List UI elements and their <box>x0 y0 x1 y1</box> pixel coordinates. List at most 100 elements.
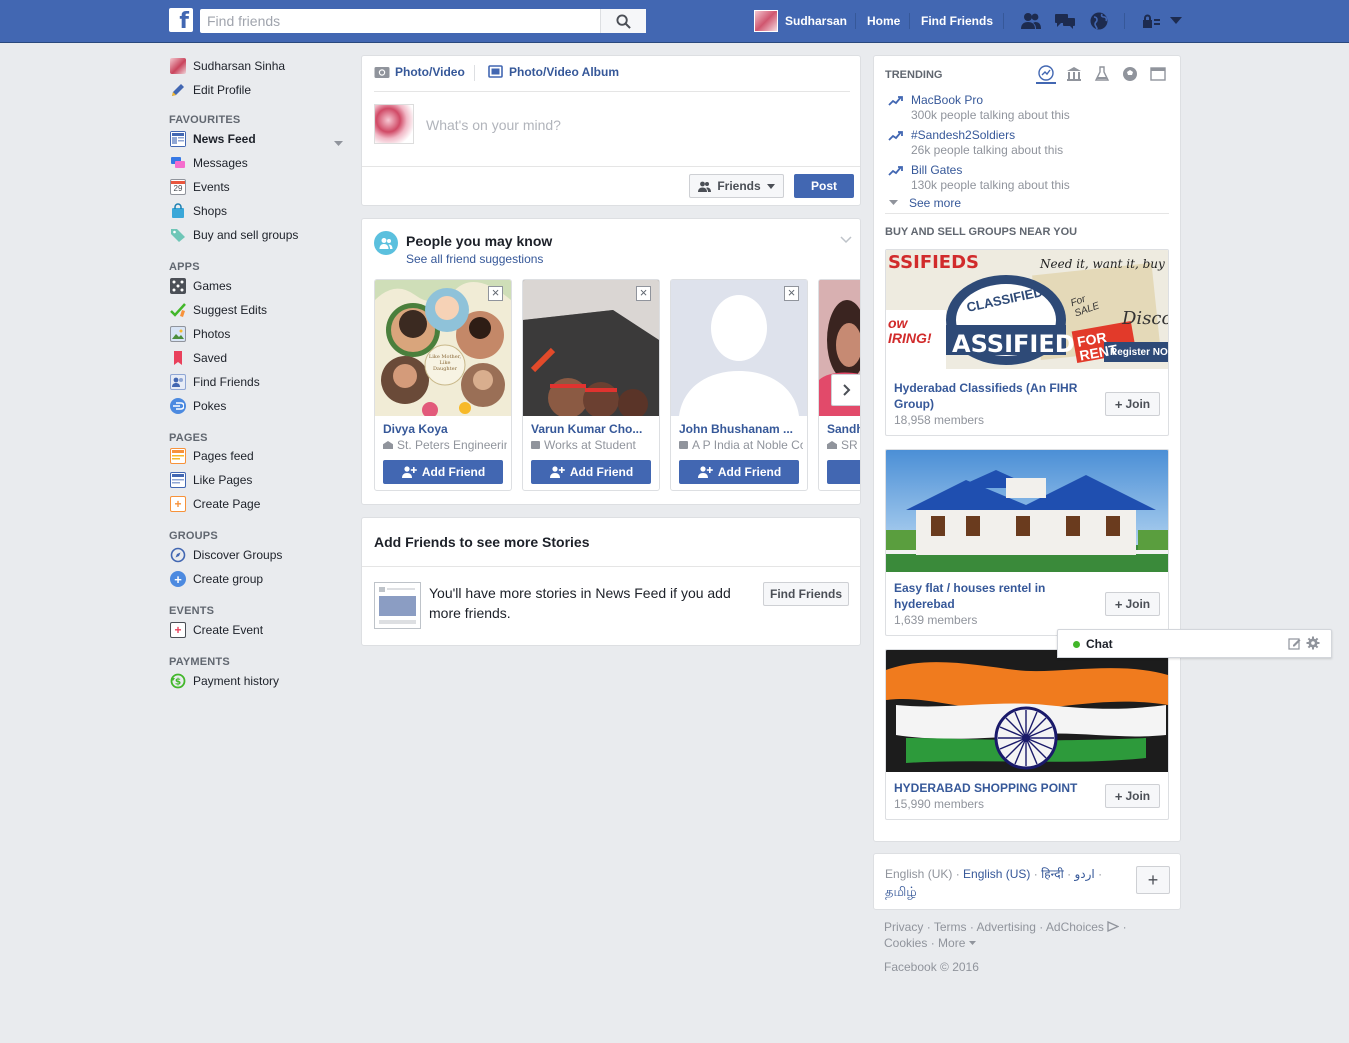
join-group-button[interactable]: + Join <box>1105 784 1160 808</box>
photo-album-tab[interactable]: Photo/Video Album <box>488 65 619 79</box>
sidebar-item-suggest-edits[interactable]: Suggest Edits <box>170 300 267 320</box>
create-event-icon: + <box>170 622 186 638</box>
user-profile-link[interactable]: Sudharsan <box>754 10 847 32</box>
join-group-button[interactable]: + Join <box>1105 392 1160 416</box>
adchoices-icon[interactable] <box>1107 920 1120 933</box>
see-all-suggestions-link[interactable]: See all friend suggestions <box>406 252 543 266</box>
status-input[interactable]: What's on your mind? <box>426 117 561 133</box>
group-name[interactable]: Hyderabad Classifieds (An FIHR Group) <box>894 380 1084 412</box>
friend-requests-icon[interactable] <box>1020 11 1042 31</box>
footer-link-terms[interactable]: Terms <box>934 920 967 934</box>
facebook-logo-icon[interactable]: f <box>169 8 193 32</box>
sports-ball-icon[interactable] <box>1120 64 1140 84</box>
footer-link-advertising[interactable]: Advertising <box>977 920 1036 934</box>
language-list: English (UK) · English (US) · हिन्दी · ا… <box>885 866 1115 901</box>
sidebar-item-games[interactable]: Games <box>170 276 232 296</box>
trending-title[interactable]: MacBook Pro <box>911 93 1070 107</box>
chevron-down-icon[interactable] <box>840 233 852 247</box>
group-name[interactable]: HYDERABAD SHOPPING POINT <box>894 780 1094 796</box>
sidebar-item-shops[interactable]: Shops <box>170 201 227 221</box>
close-icon[interactable]: × <box>488 286 503 301</box>
trending-subtitle: 26k people talking about this <box>911 143 1064 157</box>
suggested-person-name[interactable]: Divya Koya <box>383 422 505 436</box>
trending-title[interactable]: Bill Gates <box>911 163 1070 177</box>
close-icon[interactable]: × <box>636 286 651 301</box>
language-option[interactable]: தமிழ் <box>885 884 917 899</box>
footer-link-privacy[interactable]: Privacy <box>884 920 923 934</box>
suggested-person-name[interactable]: Varun Kumar Cho... <box>531 422 653 436</box>
language-selector-card: English (UK) · English (US) · हिन्दी · ا… <box>873 853 1181 910</box>
add-friend-button[interactable]: Add Friend <box>531 460 651 484</box>
privacy-lock-icon[interactable] <box>1140 11 1162 31</box>
trending-top-icon[interactable] <box>1036 64 1056 84</box>
trending-item[interactable]: MacBook Pro 300k people talking about th… <box>888 93 1070 122</box>
entertainment-film-icon[interactable] <box>1148 64 1168 84</box>
sidebar-item-photos[interactable]: Photos <box>170 324 230 344</box>
gear-icon[interactable] <box>1306 636 1320 653</box>
sidebar-item-label: Pokes <box>193 399 227 413</box>
sidebar-item-events[interactable]: 29 Events <box>170 177 230 197</box>
group-cover-photo[interactable] <box>886 450 1168 572</box>
trending-item[interactable]: Bill Gates 130k people talking about thi… <box>888 163 1070 192</box>
messages-icon[interactable] <box>1054 11 1076 31</box>
trending-item[interactable]: #Sandesh2Soldiers 26k people talking abo… <box>888 128 1063 157</box>
group-suggestion-card: HYDERABAD SHOPPING POINT 15,990 members … <box>885 649 1169 820</box>
sidebar-item-pages-feed[interactable]: Pages feed <box>170 446 254 466</box>
add-friend-button[interactable]: Add Friend <box>679 460 799 484</box>
politics-building-icon[interactable] <box>1064 64 1084 84</box>
compose-icon[interactable] <box>1288 637 1301 653</box>
sidebar-item-discover-groups[interactable]: Discover Groups <box>170 545 282 565</box>
close-icon[interactable]: × <box>784 286 799 301</box>
photo-video-tab[interactable]: Photo/Video <box>374 65 465 79</box>
sidebar-item-create-group[interactable]: + Create group <box>170 569 263 589</box>
sidebar-item-find-friends[interactable]: Find Friends <box>170 372 260 392</box>
post-button[interactable]: Post <box>794 174 854 198</box>
sidebar-item-edit-profile[interactable]: Edit Profile <box>170 80 251 100</box>
language-option[interactable]: हिन्दी <box>1041 867 1064 881</box>
search-input[interactable] <box>200 9 600 33</box>
notifications-globe-icon[interactable] <box>1088 11 1110 31</box>
suggested-person-name[interactable]: John Bhushanam ... <box>679 422 801 436</box>
suggested-person-name[interactable]: Sandh <box>827 422 860 436</box>
account-menu-icon[interactable] <box>1165 11 1187 31</box>
audience-selector-button[interactable]: Friends <box>689 174 784 198</box>
find-friends-button[interactable]: Find Friends <box>763 582 849 606</box>
group-cover-photo[interactable]: SSIFIEDS Need it, want it, buy it, CLASS… <box>886 250 1168 369</box>
sidebar-item-payment-history[interactable]: $ Payment history <box>170 671 279 691</box>
add-friend-button[interactable] <box>827 460 860 484</box>
footer-link-cookies[interactable]: Cookies <box>884 936 927 950</box>
sidebar-item-buy-sell-groups[interactable]: Buy and sell groups <box>170 225 298 245</box>
sidebar-item-create-event[interactable]: + Create Event <box>170 620 263 640</box>
sidebar-item-messages[interactable]: Messages <box>170 153 248 173</box>
footer-link-more[interactable]: More <box>938 936 965 950</box>
search-button[interactable] <box>600 9 646 33</box>
sidebar-profile-link[interactable]: Sudharsan Sinha <box>170 56 285 76</box>
find-friends-icon <box>170 374 186 390</box>
sidebar-item-create-page[interactable]: + Create Page <box>170 494 260 514</box>
sidebar-item-like-pages[interactable]: Like Pages <box>170 470 252 490</box>
more-languages-button[interactable]: + <box>1136 866 1170 894</box>
chevron-down-icon[interactable] <box>968 941 976 946</box>
bookmark-icon <box>170 350 186 366</box>
banner-text-register: Register NO <box>1110 347 1168 358</box>
pencil-icon <box>170 82 186 98</box>
compass-icon <box>170 547 186 563</box>
sidebar-item-pokes[interactable]: Pokes <box>170 396 226 416</box>
chat-bar[interactable]: Chat <box>1057 629 1332 658</box>
scroll-right-button[interactable] <box>831 374 860 406</box>
chevron-down-icon[interactable] <box>334 136 343 150</box>
sidebar-item-saved[interactable]: Saved <box>170 348 227 368</box>
language-option[interactable]: English (US) <box>963 867 1030 881</box>
join-group-button[interactable]: + Join <box>1105 592 1160 616</box>
trending-title[interactable]: #Sandesh2Soldiers <box>911 128 1063 142</box>
science-flask-icon[interactable] <box>1092 64 1112 84</box>
group-cover-photo[interactable] <box>886 650 1168 772</box>
home-link[interactable]: Home <box>867 0 900 42</box>
language-option[interactable]: اردو <box>1074 867 1094 881</box>
find-friends-link[interactable]: Find Friends <box>921 0 993 42</box>
group-name[interactable]: Easy flat / houses rentel in hyderebad <box>894 580 1084 612</box>
see-more-link[interactable]: See more <box>889 196 961 210</box>
sidebar-item-news-feed[interactable]: News Feed <box>170 129 346 149</box>
footer-link-adchoices[interactable]: AdChoices <box>1046 920 1104 934</box>
add-friend-button[interactable]: Add Friend <box>383 460 503 484</box>
